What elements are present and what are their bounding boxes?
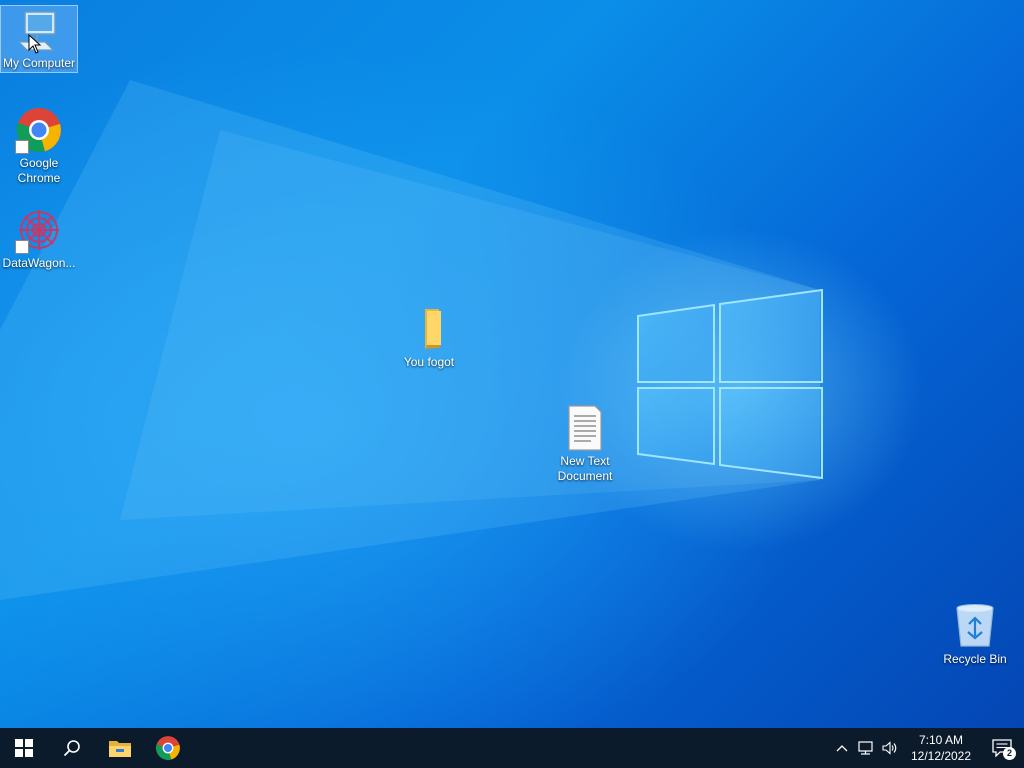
desktop-icon-label: New Text Document: [557, 454, 613, 483]
desktop-icon-label: My Computer: [2, 56, 76, 70]
network-button[interactable]: [854, 728, 878, 768]
volume-button[interactable]: [878, 728, 902, 768]
recycle-bin-icon: [951, 602, 999, 650]
folder-icon: [405, 305, 453, 353]
desktop-icon-google-chrome[interactable]: Google Chrome: [1, 106, 77, 186]
clock-date: 12/12/2022: [910, 749, 972, 763]
clock-time: 7:10 AM: [918, 733, 964, 747]
windows-start-icon: [15, 739, 33, 757]
action-center-button[interactable]: 2: [980, 728, 1024, 768]
taskbar-file-explorer[interactable]: [96, 728, 144, 768]
chrome-icon: [15, 106, 63, 154]
desktop-icon-label: Recycle Bin: [943, 652, 1007, 666]
search-icon: [63, 740, 80, 757]
datawagon-icon: [15, 206, 63, 254]
taskbar: 7:10 AM 12/12/2022 2: [0, 728, 1024, 768]
desktop-icon-you-fogot-folder[interactable]: You fogot: [391, 305, 467, 370]
wallpaper-light-beam: [0, 80, 820, 600]
taskbar-chrome[interactable]: [144, 728, 192, 768]
mouse-cursor-icon: [28, 34, 42, 54]
windows-logo-wallpaper: [637, 288, 823, 480]
file-explorer-icon: [109, 741, 131, 757]
show-hidden-icons-button[interactable]: [830, 728, 854, 768]
volume-icon: [882, 741, 897, 755]
desktop-icon-recycle-bin[interactable]: Recycle Bin: [937, 602, 1013, 667]
chrome-icon: [156, 736, 180, 760]
desktop[interactable]: My Computer Google Chrome DataWagon... Y…: [0, 0, 1024, 728]
start-button[interactable]: [0, 728, 48, 768]
network-icon: [858, 741, 873, 755]
desktop-icon-new-text-document[interactable]: New Text Document: [547, 404, 623, 484]
search-button[interactable]: [48, 728, 96, 768]
chevron-up-icon: [836, 745, 848, 752]
shortcut-arrow-icon: [15, 240, 29, 254]
desktop-icon-label: You fogot: [403, 355, 455, 369]
notification-count-badge: 2: [1003, 747, 1016, 760]
taskbar-clock[interactable]: 7:10 AM 12/12/2022: [902, 728, 980, 768]
text-document-icon: [561, 404, 609, 452]
desktop-icon-label: Google Chrome: [17, 156, 61, 185]
system-tray: 7:10 AM 12/12/2022 2: [830, 728, 1024, 768]
shortcut-arrow-icon: [15, 140, 29, 154]
desktop-icon-label: DataWagon...: [2, 256, 76, 270]
desktop-icon-datawagon[interactable]: DataWagon...: [1, 206, 77, 271]
